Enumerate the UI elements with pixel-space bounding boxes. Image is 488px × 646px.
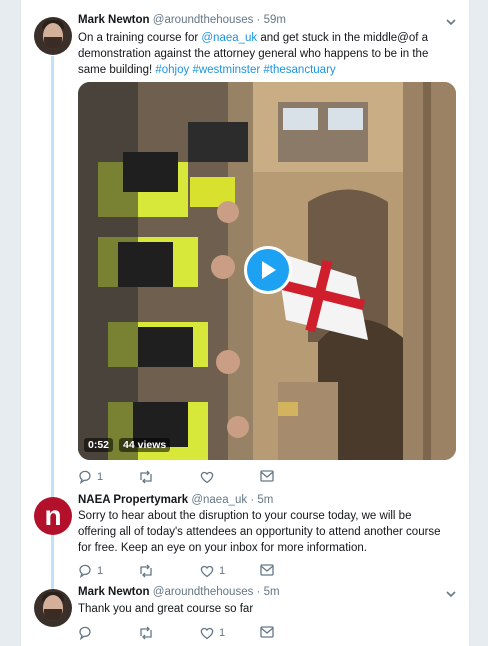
tweet-text: Thank you and great course so far (78, 603, 254, 615)
direct-message-button[interactable] (260, 470, 279, 482)
play-icon (262, 261, 276, 279)
envelope-icon (260, 626, 274, 638)
avatar-beard (44, 609, 62, 621)
chevron-down-icon[interactable] (444, 588, 458, 602)
tweet-1[interactable]: Mark Newton @aroundthehouses · 59m On a … (20, 14, 468, 490)
reply-icon (79, 470, 91, 484)
mention-link[interactable]: @naea_uk (201, 32, 257, 44)
retweet-button[interactable] (138, 626, 159, 640)
reply-button[interactable] (78, 626, 97, 640)
author-name[interactable]: Mark Newton (78, 14, 150, 26)
reply-icon (79, 564, 91, 578)
tweet-time[interactable]: 59m (264, 14, 286, 26)
video-info: 0:52 44 views (84, 438, 171, 452)
tweet-actions: 1 (78, 626, 308, 642)
video-duration: 0:52 (84, 438, 114, 452)
tweet-text: Sorry to hear about the disruption to yo… (78, 510, 441, 554)
envelope-icon (260, 564, 274, 576)
retweet-button[interactable] (138, 564, 159, 578)
hashtag-link[interactable]: #thesanctuary (263, 64, 335, 76)
avatar[interactable] (34, 17, 72, 55)
retweet-icon (140, 564, 152, 578)
text-part: On a training course for (78, 32, 202, 44)
reply-button[interactable]: 1 (78, 564, 103, 578)
retweet-button[interactable] (138, 470, 159, 484)
chevron-down-icon[interactable] (444, 16, 458, 30)
envelope-icon (260, 470, 274, 482)
hashtag-link[interactable]: #ohjoy (155, 64, 189, 76)
heart-icon (200, 627, 214, 640)
author-name[interactable]: NAEA Propertymark (78, 494, 188, 506)
hashtag-link[interactable]: #westminster (192, 64, 260, 76)
avatar[interactable] (34, 589, 72, 627)
like-count: 1 (219, 565, 226, 577)
avatar[interactable]: n (34, 497, 72, 535)
tweet-text: On a training course for @naea_uk and ge… (78, 30, 450, 78)
author-handle[interactable]: @aroundthehouses (153, 586, 254, 598)
direct-message-button[interactable] (260, 626, 279, 638)
tweet-2[interactable]: n NAEA Propertymark @naea_uk · 5m Sorry … (20, 494, 468, 584)
reply-count: 1 (97, 565, 104, 577)
author-handle[interactable]: @naea_uk (191, 494, 247, 506)
avatar-beard (44, 37, 62, 49)
retweet-icon (140, 626, 152, 640)
video-views: 44 views (119, 438, 171, 452)
reply-icon (79, 626, 91, 640)
tweet-3[interactable]: Mark Newton @aroundthehouses · 5m Thank … (20, 586, 468, 642)
tweet-time[interactable]: 5m (257, 494, 273, 506)
heart-icon (200, 565, 214, 578)
like-button[interactable]: 1 (200, 626, 225, 640)
tweet-actions: 1 (78, 470, 308, 486)
author-handle[interactable]: @aroundthehouses (153, 14, 254, 26)
like-count: 1 (219, 627, 226, 639)
like-button[interactable] (200, 470, 219, 484)
video-player[interactable]: 0:52 44 views (78, 82, 456, 460)
play-button[interactable] (244, 246, 292, 294)
tweet-time[interactable]: 5m (264, 586, 280, 598)
tweet-actions: 1 1 (78, 564, 308, 580)
reply-button[interactable]: 1 (78, 470, 103, 484)
author-name[interactable]: Mark Newton (78, 586, 150, 598)
naea-logo: n (44, 500, 62, 531)
retweet-icon (140, 470, 152, 484)
direct-message-button[interactable] (260, 564, 279, 576)
heart-icon (200, 471, 214, 484)
like-button[interactable]: 1 (200, 564, 225, 578)
reply-count: 1 (97, 471, 104, 483)
